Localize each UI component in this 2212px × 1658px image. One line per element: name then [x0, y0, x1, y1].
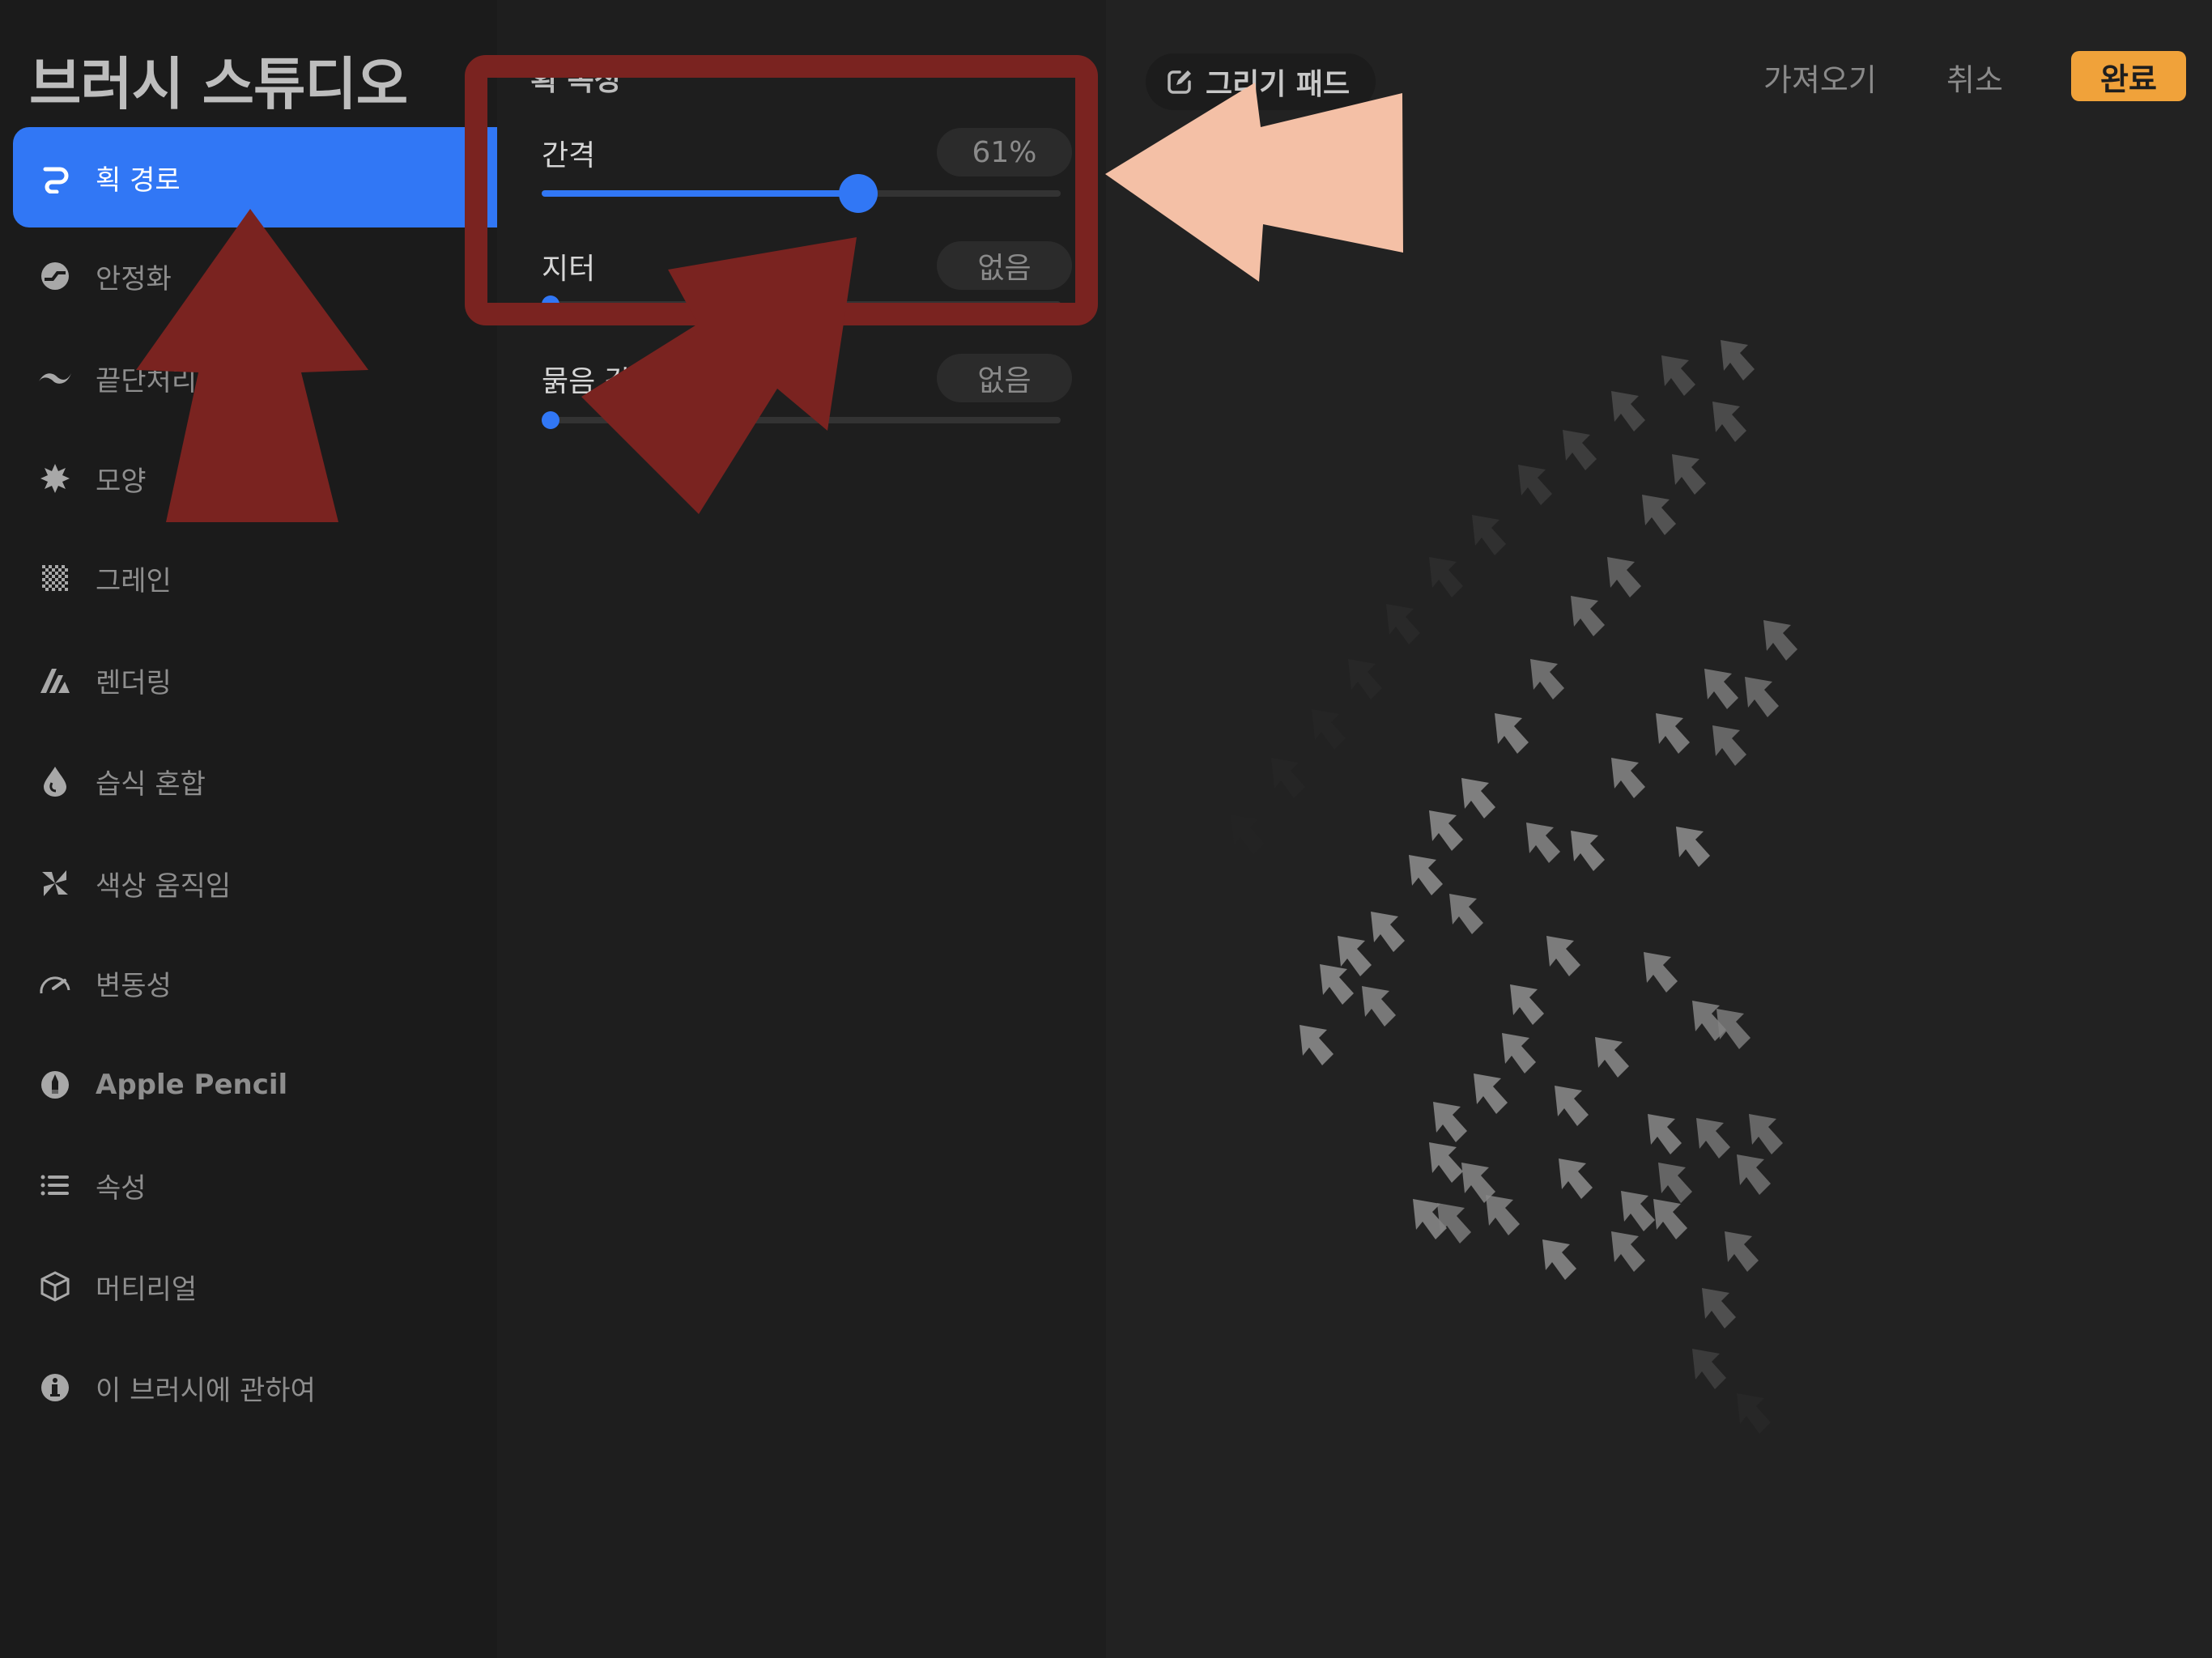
section-title: 획 속성: [530, 64, 621, 97]
sidebar-item-label: 렌더링: [96, 666, 172, 699]
sidebar-item-about-brush[interactable]: 이 브러시에 관하여: [13, 1338, 497, 1437]
falloff-slider-thumb[interactable]: [542, 411, 559, 429]
drawing-pad-canvas[interactable]: [1106, 0, 2212, 1658]
drawing-pad-button[interactable]: 그리기 패드: [1146, 53, 1376, 110]
sidebar-item-properties[interactable]: 속성: [13, 1136, 497, 1235]
sidebar: 브러시 스튜디오 획 경로 안정화 끝단처리 모양 그레인 렌더링 습식 혼합 …: [0, 0, 497, 1658]
sidebar-item-label: 모양: [96, 465, 147, 498]
sidebar-item-label: 습식 혼합: [96, 767, 206, 801]
sidebar-item-apple-pencil[interactable]: Apple Pencil: [13, 1035, 497, 1134]
jitter-slider-thumb[interactable]: [542, 295, 559, 313]
sidebar-item-materials[interactable]: 머티리얼: [13, 1237, 497, 1336]
sidebar-item-shape[interactable]: 모양: [13, 429, 497, 528]
app-title: 브러시 스튜디오: [29, 51, 408, 117]
sidebar-item-grain[interactable]: 그레인: [13, 529, 497, 627]
sidebar-item-rendering[interactable]: 렌더링: [13, 631, 497, 729]
import-button[interactable]: 가져오기: [1763, 55, 1877, 100]
falloff-value[interactable]: 없음: [937, 354, 1072, 402]
about-icon: [37, 1370, 73, 1405]
sidebar-item-taper[interactable]: 끝단처리: [13, 329, 497, 427]
spacing-value[interactable]: 61%: [937, 128, 1072, 176]
shape-icon: [37, 461, 73, 496]
spacing-label: 간격: [542, 139, 596, 172]
sidebar-item-label: 색상 움직임: [96, 869, 232, 903]
falloff-slider[interactable]: [542, 411, 1061, 429]
sidebar-item-dynamics[interactable]: 변동성: [13, 933, 497, 1032]
spacing-slider-fill: [542, 190, 858, 197]
materials-icon: [37, 1269, 73, 1304]
rendering-icon: [37, 662, 73, 698]
sidebar-item-label: 속성: [96, 1171, 147, 1205]
sidebar-item-label: 획 경로: [96, 164, 181, 197]
falloff-label: 묽음 감소: [542, 365, 658, 398]
jitter-slider[interactable]: [542, 295, 1061, 313]
sidebar-item-label: 안정화: [96, 262, 172, 295]
spacing-slider-thumb[interactable]: [839, 174, 878, 213]
sidebar-item-label: 끝단처리: [96, 364, 198, 397]
sidebar-item-stroke-path[interactable]: 획 경로: [13, 127, 497, 227]
edit-icon: [1165, 67, 1194, 96]
sidebar-item-color-dynamics[interactable]: 색상 움직임: [13, 834, 497, 933]
sidebar-item-label: Apple Pencil: [96, 1069, 288, 1101]
jitter-label: 지터: [542, 253, 596, 286]
sidebar-item-label: 변동성: [96, 969, 172, 1002]
spacing-slider[interactable]: [542, 174, 1061, 213]
cancel-button[interactable]: 취소: [1946, 55, 2003, 100]
sidebar-item-stabilization[interactable]: 안정화: [13, 227, 497, 325]
taper-icon: [37, 360, 73, 396]
jitter-value[interactable]: 없음: [937, 241, 1072, 290]
sidebar-item-label: 이 브러시에 관하여: [96, 1374, 316, 1407]
sidebar-item-label: 그레인: [96, 564, 172, 597]
drawing-pad-label: 그리기 패드: [1206, 68, 1351, 101]
color-dynamics-icon: [37, 865, 73, 901]
properties-icon: [37, 1167, 73, 1203]
sidebar-item-label: 머티리얼: [96, 1273, 198, 1306]
apple-pencil-icon: [37, 1067, 73, 1103]
wet-mix-icon: [37, 763, 73, 799]
stabilization-icon: [37, 258, 73, 294]
done-button[interactable]: 완료: [2071, 51, 2186, 101]
stroke-path-icon: [37, 159, 73, 195]
grain-icon: [37, 560, 73, 596]
sidebar-item-wet-mix[interactable]: 습식 혼합: [13, 732, 497, 831]
dynamics-icon: [37, 965, 73, 1001]
